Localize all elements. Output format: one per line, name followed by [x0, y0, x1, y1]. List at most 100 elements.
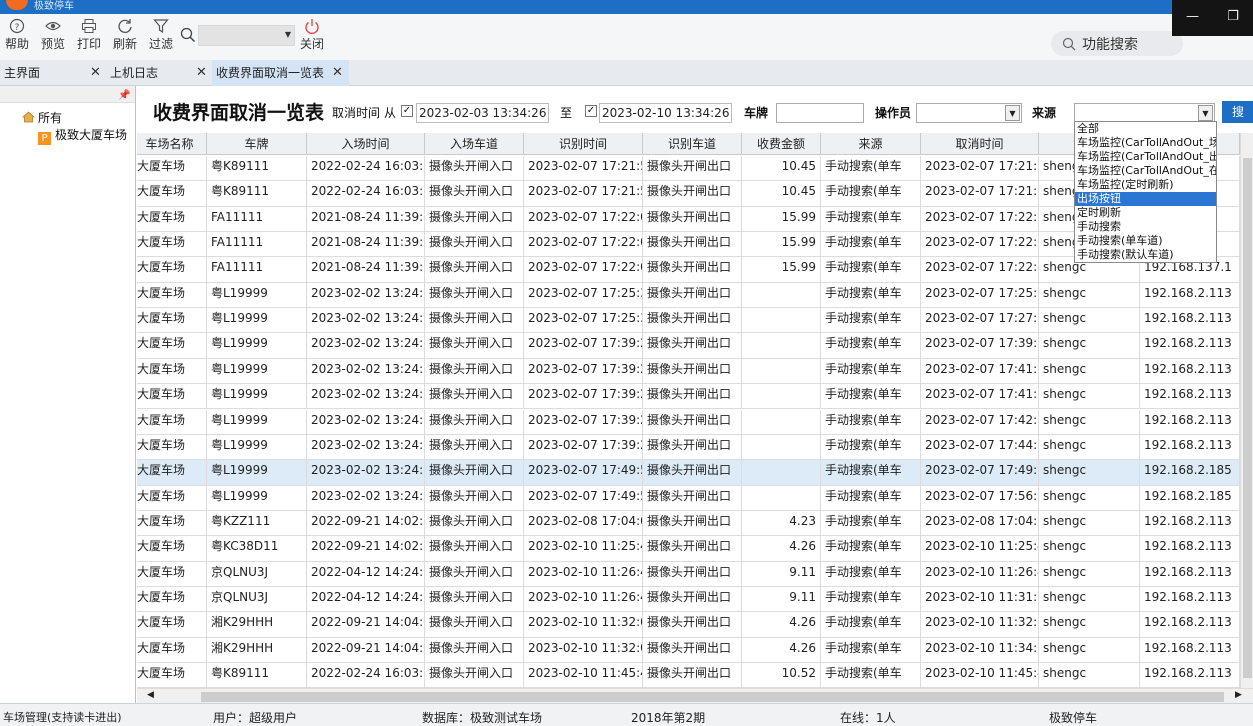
- to-datetime-field[interactable]: 2023-02-10 13:34:26: [599, 103, 732, 123]
- chevron-down-icon: ▼: [1198, 105, 1213, 121]
- dropdown-option[interactable]: 定时刷新: [1075, 206, 1216, 220]
- help-button[interactable]: ? 帮助: [0, 16, 34, 58]
- dropdown-option[interactable]: 全部: [1075, 122, 1216, 136]
- table-row[interactable]: 大厦车场 粤L19999 2023-02-02 13:24:2 摄像头开闸入口 2023…: [137, 358, 1240, 385]
- dropdown-option[interactable]: 车场监控(CarTollAndOut_在: [1075, 164, 1216, 178]
- table-cell: 摄像头开闸入口: [425, 308, 524, 334]
- tab-login-log[interactable]: 上机日志 ✕: [106, 60, 210, 86]
- table-row[interactable]: 大厦车场 粤L19999 2023-02-02 13:24:2 摄像头开闸入口 2023…: [137, 384, 1240, 410]
- column-header[interactable]: 入场车道: [425, 133, 524, 155]
- source-select[interactable]: ▼: [1074, 103, 1215, 123]
- pin-icon[interactable]: 📌: [118, 90, 130, 101]
- table-row[interactable]: 大厦车场 粤L19999 2023-02-02 13:24:2 摄像头开闸入口 2023…: [137, 333, 1240, 359]
- source-label: 来源: [1032, 106, 1057, 120]
- function-search-box[interactable]: 功能搜索: [1051, 31, 1183, 56]
- table-row[interactable]: 大厦车场 粤KC38D11 2022-09-21 14:02:3 摄像头开闸入口 202…: [137, 536, 1240, 562]
- close-button[interactable]: 关闭: [295, 16, 329, 58]
- refresh-button[interactable]: 刷新: [108, 16, 142, 58]
- table-cell: 2023-02-02 13:24:2: [307, 358, 425, 384]
- table-cell: 2023-02-02 13:24:2: [307, 409, 425, 435]
- table-row[interactable]: 大厦车场 湘K29HHH 2022-09-21 14:04:0 摄像头开闸入口 2023…: [137, 612, 1240, 638]
- dropdown-option[interactable]: 车场监控(定时刷新): [1075, 178, 1216, 192]
- close-icon[interactable]: ✕: [90, 60, 101, 86]
- column-header[interactable]: 来源: [821, 133, 921, 155]
- table-cell: 摄像头开闸入口: [425, 232, 524, 258]
- column-header[interactable]: 车牌: [207, 133, 307, 155]
- minimize-icon: —: [1186, 9, 1199, 24]
- horizontal-scrollbar[interactable]: ◀ ▶: [137, 688, 1253, 703]
- table-cell: [742, 485, 821, 511]
- preview-label: 预览: [40, 37, 65, 51]
- minimize-button[interactable]: —: [1172, 0, 1213, 36]
- table-cell: 摄像头开闸入口: [425, 409, 524, 435]
- dropdown-option[interactable]: 车场监控(CarTollAndOut_场: [1075, 136, 1216, 150]
- close-label: 关闭: [299, 37, 324, 51]
- table-row[interactable]: 大厦车场 粤K89111 2022-02-24 16:03:5 摄像头开闸入口 2023…: [137, 663, 1240, 688]
- dropdown-option[interactable]: 出场按钮: [1075, 192, 1216, 206]
- table-cell: 手动搜索(单车: [821, 282, 921, 308]
- table-cell: 摄像头开闸出口: [643, 561, 742, 587]
- scroll-right-icon[interactable]: ▶: [1235, 690, 1242, 700]
- table-cell: 10.45: [742, 181, 821, 207]
- vertical-scrollbar[interactable]: [1240, 133, 1253, 688]
- table-row[interactable]: 大厦车场 粤L19999 2023-02-02 13:24:2 摄像头开闸入口 2023…: [137, 308, 1240, 334]
- plate-input[interactable]: [776, 103, 864, 123]
- table-row[interactable]: 大厦车场 湘K29HHH 2022-09-21 14:04:0 摄像头开闸入口 2023…: [137, 637, 1240, 663]
- column-header[interactable]: 收费金额: [742, 133, 821, 155]
- toolbar-search-combo[interactable]: ▼: [198, 25, 295, 46]
- table-cell: 摄像头开闸出口: [643, 612, 742, 638]
- column-header[interactable]: 识别时间: [524, 133, 643, 155]
- table-cell: 摄像头开闸入口: [425, 358, 524, 384]
- operator-select[interactable]: ▼: [916, 103, 1022, 123]
- from-checkbox[interactable]: ✓: [401, 105, 413, 117]
- dropdown-option[interactable]: 手动搜索(默认车道): [1075, 248, 1216, 262]
- column-header[interactable]: 识别车道: [643, 133, 742, 155]
- to-checkbox[interactable]: ✓: [585, 105, 597, 117]
- table-cell: shengc: [1039, 536, 1140, 562]
- dropdown-option[interactable]: 车场监控(CarTollAndOut_出: [1075, 150, 1216, 164]
- table-row[interactable]: 大厦车场 京QLNU3J 2022-04-12 14:24:5 摄像头开闸入口 2023…: [137, 586, 1240, 613]
- table-row[interactable]: 大厦车场 粤L19999 2023-02-02 13:24:2 摄像头开闸入口 2023…: [137, 409, 1240, 435]
- table-cell: 摄像头开闸入口: [425, 460, 524, 486]
- table-cell: 大厦车场: [137, 612, 207, 638]
- table-cell: 2023-02-07 17:21:5: [524, 156, 643, 181]
- filter-label: 过滤: [148, 37, 173, 51]
- filter-button[interactable]: 过滤: [144, 16, 178, 58]
- table-row[interactable]: 大厦车场 粤L19999 2023-02-02 13:24:2 摄像头开闸入口 2023…: [137, 434, 1240, 461]
- table-cell: 2023-02-10 11:32:0: [524, 637, 643, 663]
- table-row[interactable]: 大厦车场 京QLNU3J 2022-04-12 14:24:5 摄像头开闸入口 2023…: [137, 561, 1240, 587]
- table-cell: 2023-02-07 17:49:5: [524, 485, 643, 511]
- dropdown-option[interactable]: 手动搜索(单车道): [1075, 234, 1216, 248]
- from-datetime-field[interactable]: 2023-02-03 13:34:26: [416, 103, 549, 123]
- query-button[interactable]: 搜: [1222, 101, 1253, 123]
- table-cell: 2023-02-07 17:21:5: [524, 181, 643, 207]
- table-row[interactable]: 大厦车场 粤L19999 2023-02-02 13:24:2 摄像头开闸入口 2023…: [137, 460, 1240, 486]
- close-icon[interactable]: ✕: [196, 60, 207, 86]
- tree-node-all[interactable]: 所有: [21, 109, 62, 126]
- tab-fee-cancel-list[interactable]: 收费界面取消一览表 ✕: [212, 60, 349, 86]
- tree-node-parking-lot[interactable]: P 极致大厦车场: [38, 126, 127, 145]
- tab-main[interactable]: 主界面 ✕: [0, 60, 104, 86]
- dropdown-option[interactable]: 手动搜索: [1075, 220, 1216, 234]
- table-row[interactable]: 大厦车场 粤L19999 2023-02-02 13:24:2 摄像头开闸入口 2023…: [137, 282, 1240, 309]
- table-cell: 手动搜索(单车: [821, 181, 921, 207]
- table-cell: 手动搜索(单车: [821, 612, 921, 638]
- column-header[interactable]: 车场名称: [137, 133, 207, 155]
- scroll-thumb[interactable]: [1243, 158, 1252, 678]
- search-icon[interactable]: [180, 27, 196, 43]
- status-online: 在线：1人: [840, 711, 896, 725]
- close-icon[interactable]: ✕: [332, 60, 343, 86]
- print-button[interactable]: 打印: [72, 16, 106, 58]
- table-row[interactable]: 大厦车场 粤L19999 2023-02-02 13:24:2 摄像头开闸入口 2023…: [137, 485, 1240, 511]
- preview-button[interactable]: 预览: [36, 16, 70, 58]
- scroll-thumb[interactable]: [201, 692, 1224, 702]
- table-cell: 2023-02-02 13:24:2: [307, 434, 425, 460]
- table-cell: 2023-02-02 13:24:2: [307, 384, 425, 410]
- restore-button[interactable]: ❐: [1213, 0, 1253, 36]
- column-header[interactable]: 入场时间: [307, 133, 425, 155]
- column-header[interactable]: 取消时间: [921, 133, 1039, 155]
- table-cell: 2023-02-07 17:25:3: [524, 282, 643, 308]
- table-cell: 粤L19999: [207, 358, 307, 384]
- table-row[interactable]: 大厦车场 粤KZZ111 2022-09-21 14:02:3 摄像头开闸入口 2023…: [137, 510, 1240, 537]
- scroll-left-icon[interactable]: ◀: [147, 690, 154, 700]
